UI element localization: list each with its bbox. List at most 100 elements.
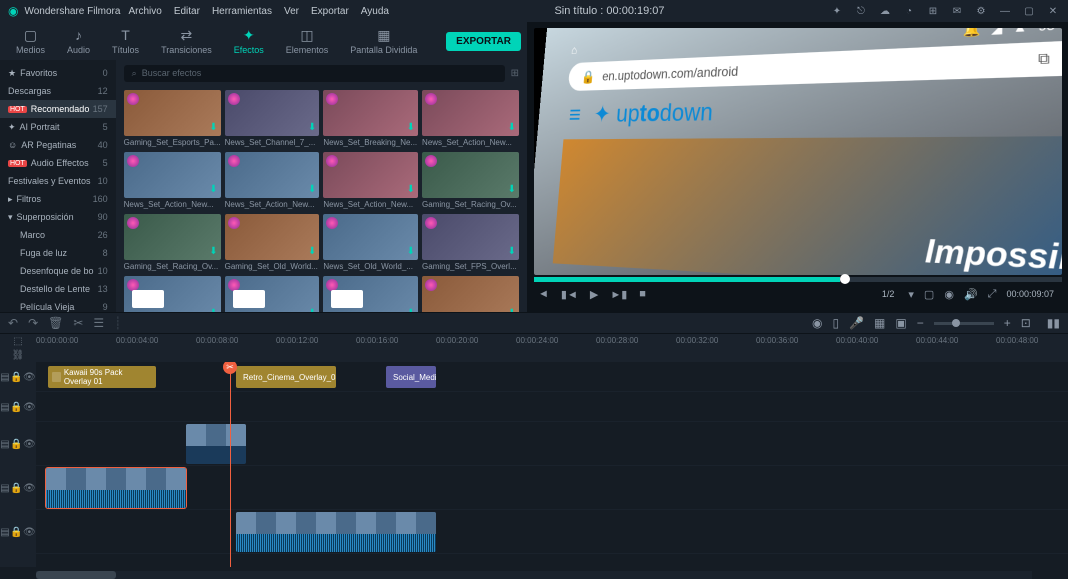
effect-thumb[interactable]: ⬇News_Set_Action_New... [323, 152, 418, 210]
play-button[interactable]: ▶ [590, 288, 598, 301]
export-button[interactable]: EXPORTAR [446, 32, 521, 51]
tab-medios[interactable]: ▢Medios [6, 23, 55, 59]
effect-thumb[interactable]: ⬇News_Set_Breaking_Ne... [323, 90, 418, 148]
monitor-icon[interactable]: ▢ [924, 288, 934, 301]
sidebar-item-superposición[interactable]: ▾Superposición90 [0, 208, 116, 226]
fullscreen-icon[interactable]: ⤢ [988, 288, 997, 301]
minimize-icon[interactable]: — [998, 4, 1012, 18]
effect-thumb[interactable]: ⬇Gaming_Set_Esports_Pa... [124, 90, 221, 148]
tab-transiciones[interactable]: ⇄Transiciones [151, 23, 222, 59]
marker-button[interactable]: ▯ [832, 316, 839, 330]
effect-thumb[interactable]: ⬇News_Set_Old_World_... [323, 214, 418, 272]
sparkle-icon[interactable]: ✦ [830, 4, 844, 18]
tab-efectos[interactable]: ✦Efectos [224, 23, 274, 59]
track-lanes[interactable]: Kawaii 90s Pack Overlay 01 Retro_Cinema_… [36, 362, 1068, 567]
message-icon[interactable]: ✉ [950, 4, 964, 18]
mic-button[interactable]: 🎤 [849, 316, 864, 330]
prev-frame-button[interactable]: ◄ [538, 288, 549, 301]
notify-icon[interactable]: ⊞ [926, 4, 940, 18]
zoom-slider[interactable] [934, 322, 994, 325]
sidebar-item-descargas[interactable]: Descargas12 [0, 82, 116, 100]
sidebar-item-ar-pegatinas[interactable]: ☺AR Pegatinas40 [0, 136, 116, 154]
effect-thumb[interactable]: ⬇Gaming_Set_FPS_Overl... [422, 214, 519, 272]
zoom-out-button[interactable]: − [917, 316, 924, 330]
preview-viewport[interactable]: ⌂ 🔔 ◢ ▲ 95 % ◉ 🔒 en.uptodown.com/android… [534, 28, 1062, 275]
tab-titulos[interactable]: TTítulos [102, 23, 149, 59]
volume-icon[interactable]: 🔊 [964, 288, 978, 301]
effect-thumb[interactable]: ⬇News_Set_Action_New... [225, 152, 320, 210]
sidebar-item-filtros[interactable]: ▸Filtros160 [0, 190, 116, 208]
sidebar-item-recomendado[interactable]: HOTRecomendado157 [0, 100, 116, 118]
redo-button[interactable]: ↷ [28, 316, 38, 330]
stop-button[interactable]: ■ [639, 288, 646, 301]
preview-ratio[interactable]: 1/2 [882, 289, 895, 299]
track-head-main[interactable]: ▤🔒👁 [0, 510, 36, 554]
link-button[interactable]: ⛓ [0, 348, 36, 362]
sidebar-item-destello-de-lente[interactable]: Destello de Lente13 [0, 280, 116, 298]
menu-exportar[interactable]: Exportar [311, 6, 349, 17]
sidebar-item-favoritos[interactable]: ★Favoritos0 [0, 64, 116, 82]
clip-fx-social[interactable]: Social_Media_1 [386, 366, 436, 388]
grid-view-icon[interactable]: ⊞ [511, 68, 519, 79]
tab-audio[interactable]: ♪Audio [57, 23, 100, 59]
time-ruler[interactable]: 00:00:00:0000:00:04:0000:00:08:0000:00:1… [36, 334, 1068, 362]
effect-thumb[interactable]: ⬇Gaming_Set_FPS_Overl... [124, 276, 221, 312]
step-fwd-button[interactable]: ►▮ [610, 288, 627, 301]
user-icon[interactable]: ◔ [902, 4, 916, 18]
search-input[interactable]: ⌕ Buscar efectos [124, 65, 505, 82]
settings-icon[interactable]: ⚙ [974, 4, 988, 18]
effect-thumb[interactable]: ⬇Gaming_Set_Racing_Ov... [124, 214, 221, 272]
effect-thumb[interactable]: ⬇Gaming_Set_FPS_Overl... [225, 276, 320, 312]
track-head-v2[interactable]: ▤🔒👁 [0, 422, 36, 466]
step-back-button[interactable]: ▮◄ [561, 288, 578, 301]
clip-video-selected[interactable] [46, 468, 186, 508]
delete-button[interactable]: 🗑 [48, 316, 63, 330]
menu-ver[interactable]: Ver [284, 6, 299, 17]
sidebar-item-fuga-de-luz[interactable]: Fuga de luz8 [0, 244, 116, 262]
track-head-fx1[interactable]: ▤🔒👁 [0, 362, 36, 392]
effect-thumb[interactable]: ⬇Gaming_Set_FPS_Overl... [323, 276, 418, 312]
mixer-button[interactable]: ▦ [874, 316, 885, 330]
maximize-icon[interactable]: ▢ [1022, 4, 1036, 18]
clip-video-overlay[interactable] [186, 424, 246, 464]
effect-thumb[interactable]: ⬇News_Set_Channel_7_... [225, 90, 320, 148]
clip-fx-retro[interactable]: Retro_Cinema_Overlay_03 [236, 366, 336, 388]
magnet-button[interactable]: ⬚ [0, 334, 36, 348]
preview-scrub-bar[interactable] [534, 277, 1062, 282]
zoom-in-button[interactable]: + [1004, 316, 1011, 330]
sidebar-item-audio-effectos[interactable]: HOTAudio Effectos5 [0, 154, 116, 172]
render-button[interactable]: ▣ [895, 316, 906, 330]
timeline-scrollbar[interactable] [36, 571, 1032, 579]
track-head-fx2[interactable]: ▤🔒👁 [0, 392, 36, 422]
menu-herramientas[interactable]: Herramientas [212, 6, 272, 17]
effect-thumb[interactable]: ⬇News_Set_Action_New... [124, 152, 221, 210]
panel-toggle-button[interactable]: ▮▮ [1047, 316, 1060, 330]
menu-editar[interactable]: Editar [174, 6, 200, 17]
sidebar-item-marco[interactable]: Marco26 [0, 226, 116, 244]
close-icon[interactable]: ✕ [1046, 4, 1060, 18]
menu-ayuda[interactable]: Ayuda [361, 6, 389, 17]
adjust-button[interactable]: ☰ [93, 316, 104, 330]
record-button[interactable]: ◉ [812, 316, 822, 330]
clip-video-main[interactable] [236, 512, 436, 552]
tab-elementos[interactable]: ◫Elementos [276, 23, 339, 59]
sidebar-item-desenfoque-de-bo[interactable]: Desenfoque de bo10 [0, 262, 116, 280]
effect-thumb[interactable]: ⬇Gaming_Set_Racing_Ov... [422, 152, 519, 210]
track-head-v1[interactable]: ▤🔒👁 [0, 466, 36, 510]
clip-fx-kawaii[interactable]: Kawaii 90s Pack Overlay 01 [48, 366, 156, 388]
tab-pantalla-dividida[interactable]: ▦Pantalla Dividida [340, 23, 427, 59]
effect-thumb[interactable]: ⬇Gaming_Set_Old_World... [225, 214, 320, 272]
effect-thumb[interactable]: ⬇News_Set_Action_New... [422, 90, 519, 148]
undo-button[interactable]: ↶ [8, 316, 18, 330]
cut-button[interactable]: ✂ [73, 316, 83, 330]
snapshot-icon[interactable]: ◉ [944, 288, 954, 301]
sidebar-item-película-vieja[interactable]: Película Vieja9 [0, 298, 116, 312]
effect-thumb[interactable]: ⬇Gaming_Set_Esports_Pa... [422, 276, 519, 312]
fit-button[interactable]: ⊡ [1021, 316, 1031, 330]
headset-icon[interactable]: ⎋ [854, 4, 868, 18]
ratio-menu-icon[interactable]: ▾ [908, 288, 914, 301]
cloud-icon[interactable]: ☁ [878, 4, 892, 18]
menu-archivo[interactable]: Archivo [128, 6, 161, 17]
sidebar-item-ai-portrait[interactable]: ✦AI Portrait5 [0, 118, 116, 136]
sidebar-item-festivales-y-eventos[interactable]: Festivales y Eventos10 [0, 172, 116, 190]
